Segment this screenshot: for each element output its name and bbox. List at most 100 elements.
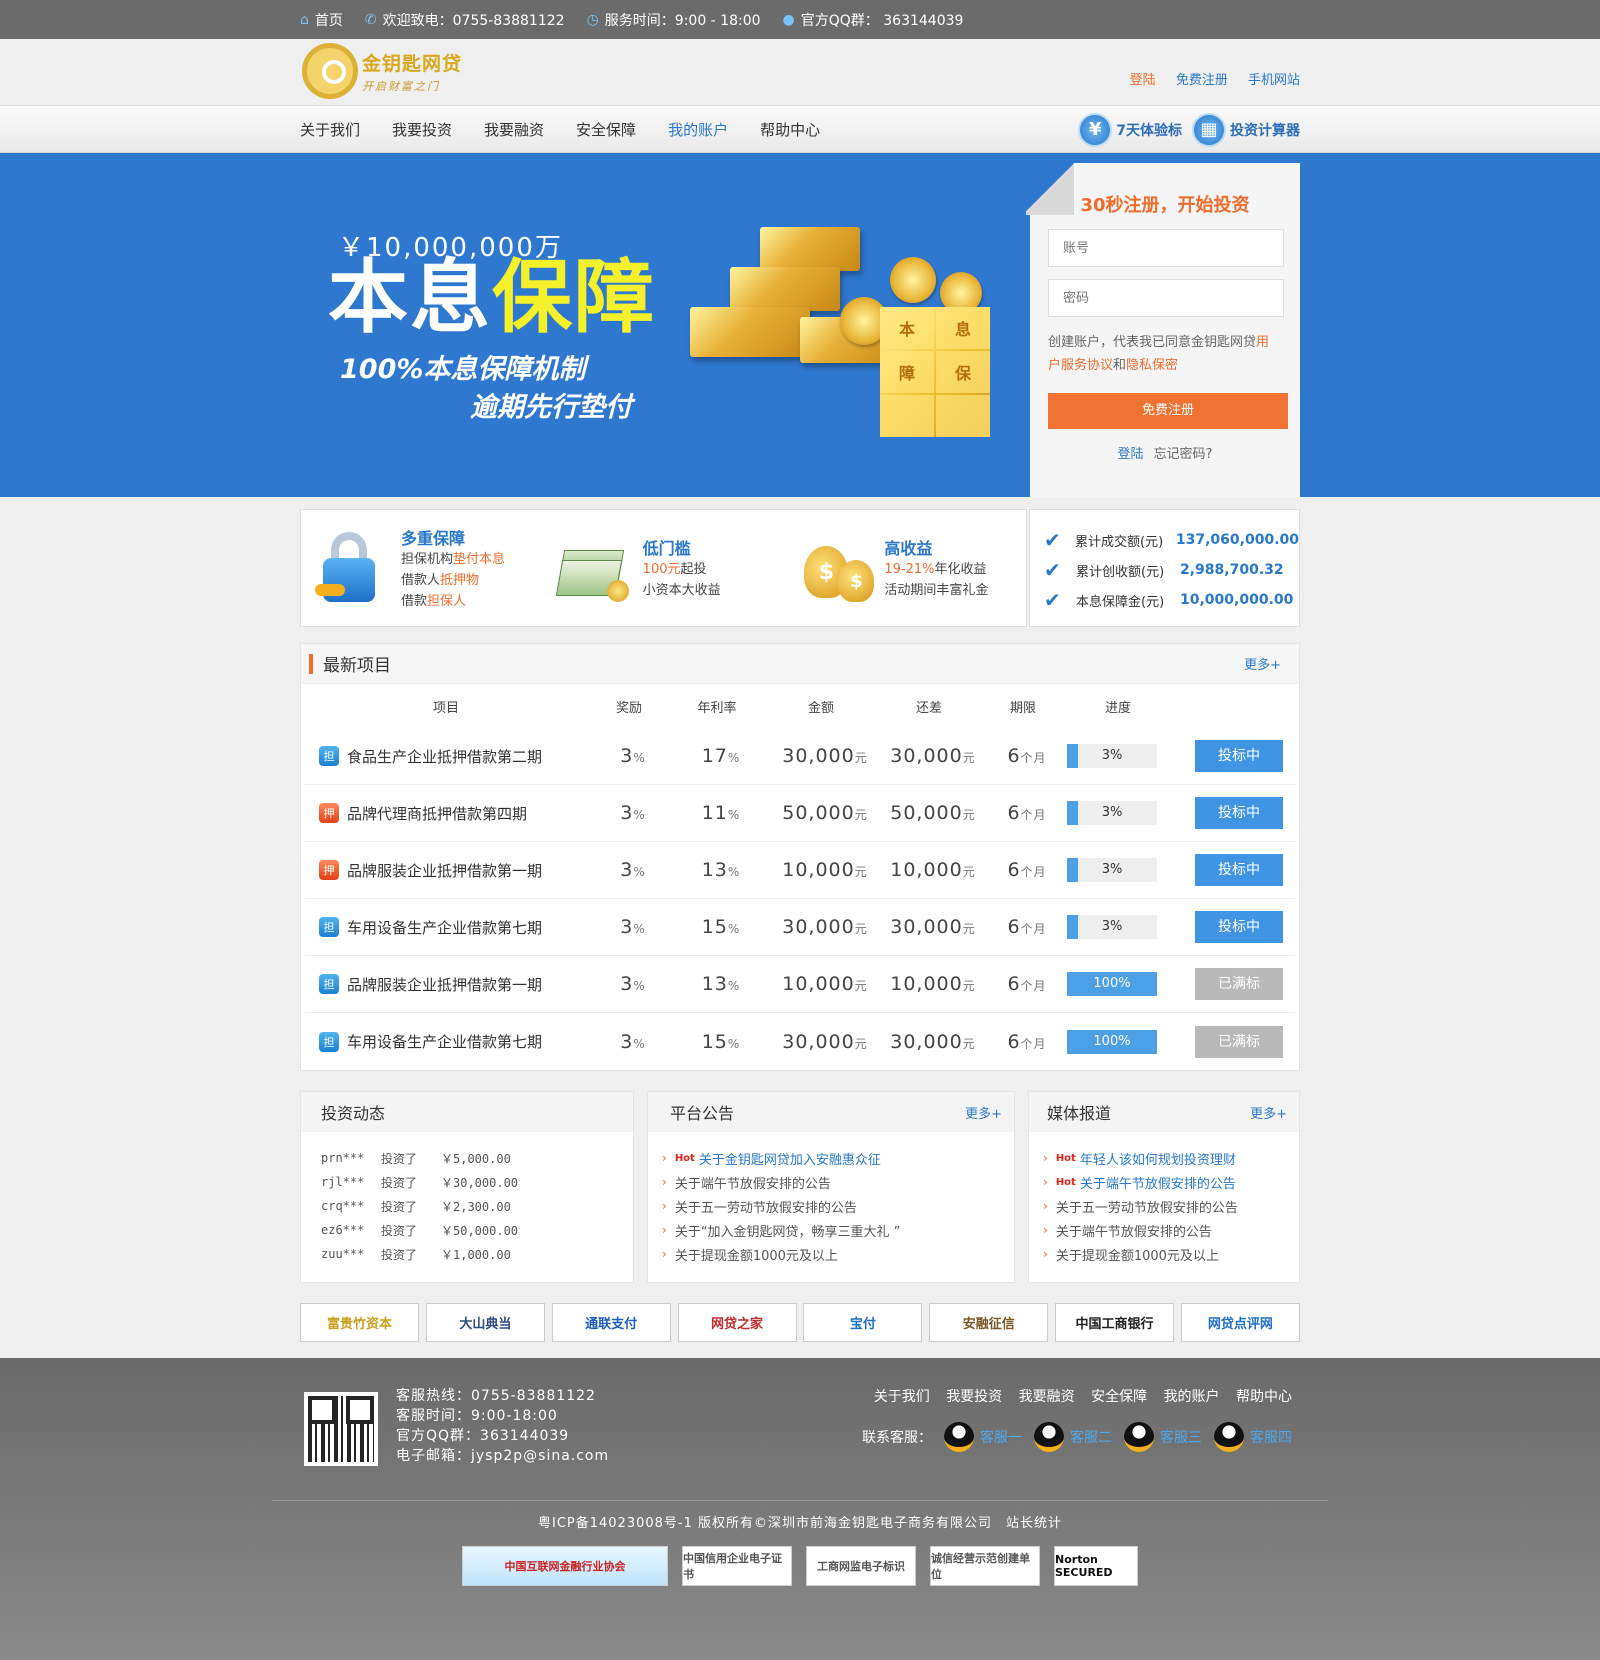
register-title: 30秒注册，开始投资 <box>1080 195 1250 216</box>
home-link[interactable]: ⌂ 首页 <box>300 10 343 30</box>
project-name[interactable]: 担品牌服装企业抵押借款第一期 <box>305 974 595 995</box>
check-icon: ✔ <box>1044 558 1061 582</box>
password-input[interactable] <box>1048 279 1284 317</box>
feature-guarantee: 多重保障 担保机构垫付本息 借款人抵押物 借款担保人 <box>315 525 543 612</box>
amount-cell: 30,000元 <box>782 745 868 767</box>
cs-4-button[interactable]: 客服四 <box>1214 1422 1292 1452</box>
project-name[interactable]: 押品牌服装企业抵押借款第一期 <box>305 860 595 881</box>
notice-more-link[interactable]: 更多+ <box>965 1103 1002 1122</box>
mobile-site-link[interactable]: 手机网站 <box>1248 73 1300 88</box>
panel-login-link[interactable]: 登陆 <box>1118 447 1144 462</box>
cash-stack-icon <box>555 528 637 608</box>
badge-integrity[interactable]: 诚信经营示范创建单位 <box>930 1546 1040 1586</box>
investment-feed: 投资动态 prn*** 投资了 ￥5,000.00 rjl*** 投资了 ￥30,000.… <box>300 1091 634 1283</box>
partner-logo[interactable]: 网贷点评网 <box>1180 1303 1300 1342</box>
partner-logo[interactable]: 富贵竹资本 <box>300 1303 419 1342</box>
news-item[interactable]: 关于提现金额1000元及以上 <box>1043 1242 1299 1266</box>
nav-help[interactable]: 帮助中心 <box>760 119 820 140</box>
hot-badge: Hot <box>1055 1152 1076 1164</box>
login-link[interactable]: 登陆 <box>1130 73 1156 88</box>
badge-acifi[interactable]: 中国互联网金融行业协会 <box>462 1546 668 1586</box>
rate-cell: 13% <box>701 973 741 995</box>
bid-status-button[interactable]: 投标中 <box>1195 854 1283 886</box>
term-cell: 6个月 <box>1007 859 1047 881</box>
cs-1-button[interactable]: 客服一 <box>944 1422 1022 1452</box>
term-cell: 6个月 <box>1007 1030 1047 1053</box>
project-name[interactable]: 担车用设备生产企业借款第七期 <box>305 917 595 938</box>
account-input[interactable] <box>1048 229 1284 267</box>
clock-icon: ◷ <box>586 11 599 28</box>
footer-link-security[interactable]: 安全保障 <box>1091 1389 1147 1405</box>
news-item[interactable]: 关于“加入金钥匙网贷，畅享三重大礼 ” <box>662 1218 1014 1242</box>
footer-link-account[interactable]: 我的账户 <box>1164 1389 1220 1405</box>
media-more-link[interactable]: 更多+ <box>1250 1103 1287 1122</box>
remain-cell: 10,000元 <box>890 859 976 881</box>
list-item: rjl*** 投资了 ￥30,000.00 <box>321 1175 519 1190</box>
forgot-password-link[interactable]: 忘记密码? <box>1154 447 1213 462</box>
banner-headline: 本息保障 <box>328 251 656 344</box>
nav-about[interactable]: 关于我们 <box>300 119 360 140</box>
bid-status-button[interactable]: 投标中 <box>1195 740 1283 772</box>
news-item[interactable]: 关于五一劳动节放假安排的公告 <box>1043 1194 1299 1218</box>
partner-logo[interactable]: 大山典当 <box>425 1303 545 1342</box>
footer-link-invest[interactable]: 我要投资 <box>946 1389 1002 1405</box>
platform-notices: 平台公告更多+ Hot关于金钥匙网贷加入安融惠众征关于端午节放假安排的公告关于五… <box>647 1091 1015 1283</box>
partner-logo[interactable]: 中国工商银行 <box>1055 1303 1175 1342</box>
remain-cell: 50,000元 <box>890 802 976 824</box>
project-type-icon: 担 <box>319 917 339 937</box>
copyright: 粤ICP备14023008号-1 版权所有©深圳市前海金钥匙电子商务有限公司 站… <box>537 1516 1062 1531</box>
register-panel: 30秒注册，开始投资 创建账户，代表我已同意金钥匙网贷用户服务协议和隐私保密 免… <box>1026 159 1300 497</box>
bid-status-button[interactable]: 已满标 <box>1195 968 1283 1000</box>
calculator-button[interactable]: ▦ 投资计算器 <box>1192 112 1300 147</box>
qq-penguin-icon <box>944 1422 974 1452</box>
news-item[interactable]: 关于提现金额1000元及以上 <box>662 1242 1014 1266</box>
table-row: 担食品生产企业抵押借款第二期 3% 17% 30,000元 30,000元 6个月 3% 投标… <box>305 728 1295 785</box>
hero-banner: ￥10,000,000万 本息保障 100%本息保障机制 逾期先行垫付 本息 障… <box>0 153 1600 497</box>
footer-link-about[interactable]: 关于我们 <box>874 1389 930 1405</box>
list-item: zuu*** 投资了 ￥1,000.00 <box>321 1247 511 1262</box>
project-name[interactable]: 担食品生产企业抵押借款第二期 <box>305 746 595 767</box>
nav-security[interactable]: 安全保障 <box>576 119 636 140</box>
partner-logo[interactable]: 安融征信 <box>929 1303 1049 1342</box>
news-item[interactable]: 关于五一劳动节放假安排的公告 <box>662 1194 1014 1218</box>
register-link[interactable]: 免费注册 <box>1176 73 1228 88</box>
projects-more-link[interactable]: 更多+ <box>1244 654 1281 673</box>
progress-bar: 3% <box>1067 744 1157 768</box>
trial-bid-button[interactable]: ¥7天体验标 <box>1078 112 1182 147</box>
nav-invest[interactable]: 我要投资 <box>392 119 452 140</box>
nav-finance[interactable]: 我要融资 <box>484 119 544 140</box>
rate-cell: 15% <box>701 916 741 938</box>
free-register-button[interactable]: 免费注册 <box>1048 393 1288 429</box>
news-item[interactable]: 关于端午节放假安排的公告 <box>1043 1218 1299 1242</box>
badge-norton[interactable]: Norton SECURED <box>1054 1546 1138 1586</box>
reward-cell: 3% <box>620 973 646 995</box>
footer-link-help[interactable]: 帮助中心 <box>1236 1389 1292 1405</box>
logo[interactable]: 金钥匙网贷 开启财富之门 <box>302 43 462 99</box>
badge-credit-cert[interactable]: 中国信用企业电子证书 <box>682 1546 792 1586</box>
privacy-link[interactable]: 隐私保密 <box>1126 358 1178 373</box>
list-item: crq*** 投资了 ￥2,300.00 <box>321 1199 511 1214</box>
stats-box: ✔ 累计成交额(元) 137,060,000.00 ✔ 累计创收额(元) 2,988,7… <box>1029 509 1300 627</box>
partner-logo[interactable]: 通联支付 <box>551 1303 671 1342</box>
badge-aic[interactable]: 工商网监电子标识 <box>806 1546 916 1586</box>
phone-info: ✆ 欢迎致电：0755-83881122 <box>364 11 565 29</box>
partner-logo[interactable]: 网贷之家 <box>677 1303 797 1342</box>
reward-cell: 3% <box>620 916 646 938</box>
footer-link-finance[interactable]: 我要融资 <box>1019 1389 1075 1405</box>
news-item[interactable]: Hot关于金钥匙网贷加入安融惠众征 <box>662 1146 1014 1170</box>
bid-status-button[interactable]: 已满标 <box>1195 1025 1283 1058</box>
qq-penguin-icon <box>1034 1422 1064 1452</box>
project-name[interactable]: 担车用设备生产企业借款第七期 <box>305 1031 595 1052</box>
news-item[interactable]: Hot关于端午节放假安排的公告 <box>1043 1170 1299 1194</box>
partner-logo[interactable]: 宝付 <box>803 1303 923 1342</box>
cs-3-button[interactable]: 客服三 <box>1124 1422 1202 1452</box>
cs-2-button[interactable]: 客服二 <box>1034 1422 1112 1452</box>
progress-bar: 3% <box>1067 801 1157 825</box>
bid-status-button[interactable]: 投标中 <box>1195 911 1283 943</box>
nav-account[interactable]: 我的账户 <box>668 119 728 140</box>
qq-group: ● 官方QQ群： 363144039 <box>782 11 964 29</box>
project-name[interactable]: 押品牌代理商抵押借款第四期 <box>305 803 595 824</box>
bid-status-button[interactable]: 投标中 <box>1195 797 1283 829</box>
news-item[interactable]: 关于端午节放假安排的公告 <box>662 1170 1014 1194</box>
news-item[interactable]: Hot年轻人该如何规划投资理财 <box>1043 1146 1299 1170</box>
